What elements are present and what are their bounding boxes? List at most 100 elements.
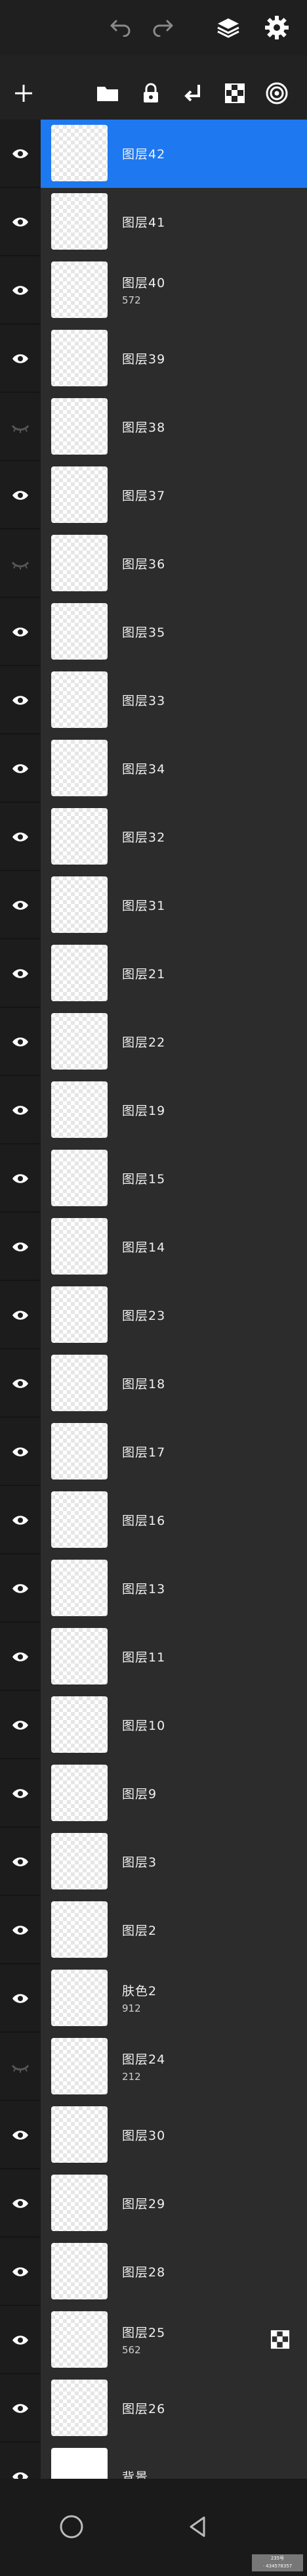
eye-icon[interactable] xyxy=(0,2374,41,2443)
layer-body[interactable]: 图层33 xyxy=(41,666,307,734)
layer-body[interactable]: 图层10 xyxy=(41,1691,307,1759)
eye-icon[interactable] xyxy=(0,1213,41,1281)
layer-row[interactable]: 图层14 xyxy=(0,1213,307,1281)
layer-body[interactable]: 图层16 xyxy=(41,1486,307,1554)
layer-row[interactable]: 图层31 xyxy=(0,871,307,939)
eye-icon[interactable] xyxy=(0,1349,41,1418)
layer-body[interactable]: 图层22 xyxy=(41,1008,307,1076)
layers-stack-icon[interactable] xyxy=(213,12,244,43)
checker-icon[interactable] xyxy=(270,2330,290,2349)
layer-body[interactable]: 图层40 572 xyxy=(41,256,307,325)
checker-icon[interactable] xyxy=(219,78,251,109)
layer-row[interactable]: 图层38 xyxy=(0,393,307,461)
layer-body[interactable]: 图层29 xyxy=(41,2169,307,2238)
eye-icon[interactable] xyxy=(0,1896,41,1964)
layer-body[interactable]: 图层35 xyxy=(41,598,307,666)
eye-icon[interactable] xyxy=(0,1008,41,1076)
eye-icon[interactable] xyxy=(0,1281,41,1349)
eye-icon[interactable] xyxy=(0,598,41,666)
layer-body[interactable]: 图层38 xyxy=(41,393,307,461)
layer-body[interactable]: 图层34 xyxy=(41,734,307,803)
eye-icon[interactable] xyxy=(0,1076,41,1144)
layer-row[interactable]: 图层9 xyxy=(0,1759,307,1828)
eye-icon[interactable] xyxy=(0,256,41,325)
layer-row[interactable]: 图层18 xyxy=(0,1349,307,1418)
layer-row[interactable]: 图层35 xyxy=(0,598,307,666)
layer-body[interactable]: 图层15 xyxy=(41,1144,307,1213)
triangle-back-icon[interactable] xyxy=(181,2510,214,2543)
eye-icon[interactable] xyxy=(0,188,41,256)
layer-row[interactable]: 图层32 xyxy=(0,803,307,871)
layer-row[interactable]: 图层29 xyxy=(0,2169,307,2238)
eye-icon[interactable] xyxy=(0,939,41,1008)
eye-icon[interactable] xyxy=(0,803,41,871)
layer-row[interactable]: 图层21 xyxy=(0,939,307,1008)
layer-row[interactable]: 图层23 xyxy=(0,1281,307,1349)
eye-icon[interactable] xyxy=(0,2169,41,2238)
eye-icon[interactable] xyxy=(0,871,41,939)
eye-icon[interactable] xyxy=(0,461,41,530)
layer-row[interactable]: 图层40 572 xyxy=(0,256,307,325)
layer-body[interactable]: 图层32 xyxy=(41,803,307,871)
layer-body[interactable]: 图层3 xyxy=(41,1828,307,1896)
layer-body[interactable]: 图层21 xyxy=(41,939,307,1008)
eye-icon[interactable] xyxy=(0,1486,41,1554)
concentric-circles-icon[interactable] xyxy=(261,78,293,109)
eye-icon[interactable] xyxy=(0,1418,41,1486)
layer-row[interactable]: 图层33 xyxy=(0,666,307,734)
layer-body[interactable]: 图层18 xyxy=(41,1349,307,1418)
layer-row[interactable]: 图层24 212 xyxy=(0,2033,307,2101)
layer-row[interactable]: 图层41 xyxy=(0,188,307,256)
layer-row[interactable]: 图层3 xyxy=(0,1828,307,1896)
layer-body[interactable]: 图层17 xyxy=(41,1418,307,1486)
layer-body[interactable]: 图层26 xyxy=(41,2374,307,2443)
layer-row[interactable]: 图层28 xyxy=(0,2238,307,2306)
undo-arrow-icon[interactable] xyxy=(105,12,136,43)
layer-body[interactable]: 图层24 212 xyxy=(41,2033,307,2101)
layer-row[interactable]: 图层26 xyxy=(0,2374,307,2443)
plus-icon[interactable] xyxy=(8,78,39,109)
layer-body[interactable]: 图层11 xyxy=(41,1623,307,1691)
eye-icon[interactable] xyxy=(0,325,41,393)
layer-body[interactable]: 图层14 xyxy=(41,1213,307,1281)
layer-body[interactable]: 图层37 xyxy=(41,461,307,530)
layer-row[interactable]: 图层39 xyxy=(0,325,307,393)
layer-body[interactable]: 图层2 xyxy=(41,1896,307,1964)
layer-body[interactable]: 图层41 xyxy=(41,188,307,256)
layer-body[interactable]: 图层9 xyxy=(41,1759,307,1828)
layer-body[interactable]: 图层31 xyxy=(41,871,307,939)
layer-body[interactable]: 图层19 xyxy=(41,1076,307,1144)
layer-row[interactable]: 图层16 xyxy=(0,1486,307,1554)
eye-icon[interactable] xyxy=(0,2238,41,2306)
layer-row[interactable]: 图层25 562 xyxy=(0,2306,307,2374)
layer-row[interactable]: 图层17 xyxy=(0,1418,307,1486)
eye-icon[interactable] xyxy=(0,2306,41,2374)
eye-icon[interactable] xyxy=(0,1623,41,1691)
lock-icon[interactable] xyxy=(135,78,167,109)
eye-icon[interactable] xyxy=(0,1759,41,1828)
eye-icon[interactable] xyxy=(0,2101,41,2169)
layer-body[interactable]: 图层36 xyxy=(41,530,307,598)
layer-body[interactable]: 图层39 xyxy=(41,325,307,393)
eye-icon[interactable] xyxy=(0,1144,41,1213)
layer-row[interactable]: 图层42 xyxy=(0,120,307,188)
layer-row[interactable]: 图层36 xyxy=(0,530,307,598)
layer-body[interactable]: 图层28 xyxy=(41,2238,307,2306)
eye-icon[interactable] xyxy=(0,1828,41,1896)
layer-row[interactable]: 图层34 xyxy=(0,734,307,803)
merge-down-arrow-icon[interactable] xyxy=(177,78,209,109)
eye-icon[interactable] xyxy=(0,1691,41,1759)
gear-icon[interactable] xyxy=(261,12,293,43)
eye-icon[interactable] xyxy=(0,1554,41,1623)
eye-closed-icon[interactable] xyxy=(0,393,41,461)
layer-row[interactable]: 肤色2 912 xyxy=(0,1964,307,2033)
eye-closed-icon[interactable] xyxy=(0,530,41,598)
circle-home-icon[interactable] xyxy=(55,2510,88,2543)
layer-row[interactable]: 图层13 xyxy=(0,1554,307,1623)
layer-row[interactable]: 图层37 xyxy=(0,461,307,530)
layer-body[interactable]: 图层25 562 xyxy=(41,2306,307,2374)
eye-closed-icon[interactable] xyxy=(0,2033,41,2101)
layer-row[interactable]: 图层22 xyxy=(0,1008,307,1076)
layer-body[interactable]: 图层13 xyxy=(41,1554,307,1623)
folder-icon[interactable] xyxy=(92,78,123,109)
